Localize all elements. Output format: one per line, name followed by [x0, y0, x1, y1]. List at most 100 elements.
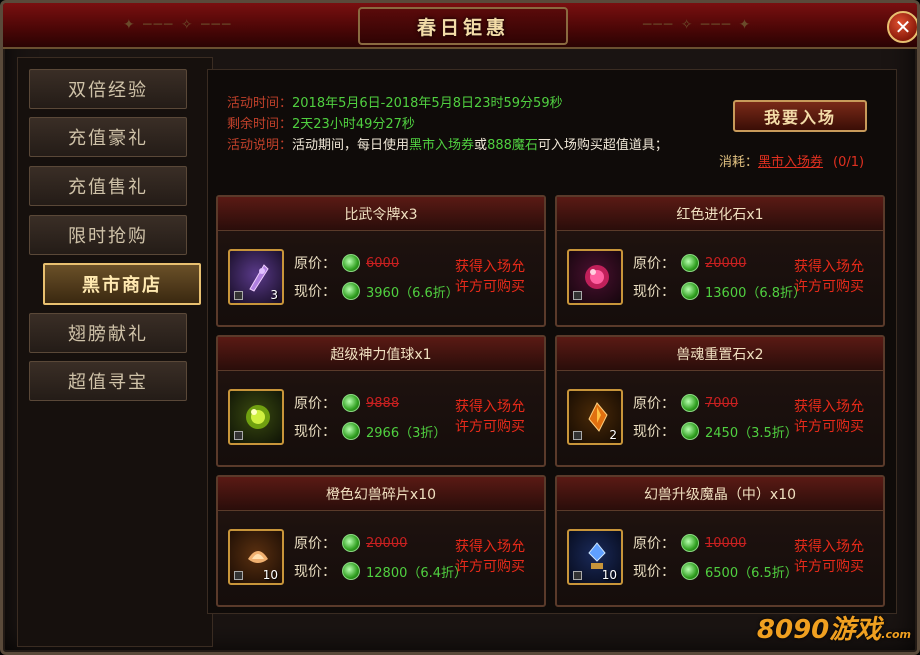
lock-icon — [573, 571, 582, 580]
item-quantity: 2 — [609, 428, 617, 442]
current-price-label: 现价： — [294, 424, 336, 440]
current-price-row: 现价： 12800（6.4折） — [294, 561, 467, 581]
item-title: 兽魂重置石x2 — [557, 337, 883, 371]
item-card: 超级神力值球x1 原价： 9888 现价： 2966（3折） 获得入场允 许方可购买 — [216, 335, 546, 467]
requirement-line1: 获得入场允 — [794, 259, 864, 275]
lock-icon — [234, 431, 243, 440]
enter-market-button[interactable]: 我要入场 — [733, 100, 867, 132]
item-title: 红色进化石x1 — [557, 197, 883, 231]
watermark-sub: .com — [881, 628, 911, 641]
item-title: 橙色幻兽碎片x10 — [218, 477, 544, 511]
sidebar-item-label: 翅膀献礼 — [68, 324, 148, 345]
event-info: 活动时间：2018年5月6日-2018年5月8日23时59分59秒 剩余时间：2… — [227, 93, 707, 156]
event-desc-text1: 活动期间，每日使用 — [292, 138, 410, 153]
event-desc-row: 活动说明：活动期间，每日使用黑市入场券或888魔石可入场购买超值道具； — [227, 135, 707, 156]
coin-icon — [342, 254, 360, 272]
purchase-requirement: 获得入场允许方可购买 — [789, 537, 869, 577]
sidebar-item-double-exp[interactable]: 双倍经验 — [29, 69, 187, 109]
original-price: 20000 — [705, 255, 747, 271]
sidebar-item-label: 超值寻宝 — [68, 372, 148, 393]
consume-ticket-link[interactable]: 黑市入场券 — [758, 155, 823, 170]
blue-crystal-icon[interactable]: 10 — [567, 529, 623, 585]
red-orb-glyph — [585, 265, 609, 289]
sidebar-item-treasure-hunt[interactable]: 超值寻宝 — [29, 361, 187, 401]
purchase-requirement: 获得入场允许方可购买 — [789, 257, 869, 297]
lock-icon — [573, 431, 582, 440]
requirement-line2: 许方可购买 — [794, 559, 864, 575]
event-desc-or: 或 — [474, 138, 488, 153]
event-desc-label: 活动说明： — [227, 138, 293, 153]
orange-shard-icon[interactable]: 10 — [228, 529, 284, 585]
original-price-row: 原价： 20000 — [633, 253, 746, 273]
token-icon[interactable]: 3 — [228, 249, 284, 305]
amber-crystal-icon[interactable]: 2 — [567, 389, 623, 445]
sidebar-item-label: 充值豪礼 — [68, 128, 148, 149]
coin-icon — [681, 562, 699, 580]
remaining-time-row: 剩余时间：2天23小时49分27秒 — [227, 114, 707, 135]
sidebar-item-recharge-sale[interactable]: 充值售礼 — [29, 166, 187, 206]
event-time-value: 2018年5月6日-2018年5月8日23时59分59秒 — [292, 96, 563, 111]
sidebar-item-flash-sale[interactable]: 限时抢购 — [29, 215, 187, 255]
consume-label: 消耗： — [719, 155, 759, 170]
requirement-line1: 获得入场允 — [794, 399, 864, 415]
current-price-label: 现价： — [633, 424, 675, 440]
coin-icon — [342, 562, 360, 580]
current-price: 2450（3.5折） — [705, 425, 798, 441]
title-ornament-left: ✦ ─── ✧ ─── — [123, 17, 233, 33]
current-price-label: 现价： — [294, 284, 336, 300]
sidebar-item-label: 充值售礼 — [68, 177, 148, 198]
purchase-requirement: 获得入场允许方可购买 — [789, 397, 869, 437]
requirement-line2: 许方可购买 — [794, 279, 864, 295]
green-orb-icon[interactable] — [228, 389, 284, 445]
current-price: 2966（3折） — [366, 425, 447, 441]
close-icon[interactable]: ✕ — [887, 11, 917, 43]
purchase-requirement: 获得入场允 许方可购买 — [450, 257, 530, 297]
coin-icon — [681, 394, 699, 412]
requirement-line2: 许方可购买 — [455, 559, 525, 575]
site-watermark: 8090游戏.com — [757, 609, 911, 646]
item-card: 比武令牌x3 3 原价： 6000 现价： 3960（6.6折） 获得入场允 许方可购… — [216, 195, 546, 327]
sidebar-item-recharge-gift[interactable]: 充值豪礼 — [29, 117, 187, 157]
sidebar-item-label: 限时抢购 — [68, 226, 148, 247]
coin-icon — [342, 534, 360, 552]
item-card: 红色进化石x1 原价： 20000 现价： 13600（6.8折） 获得入场允许方可… — [555, 195, 885, 327]
requirement-line2: 许方可购买 — [455, 419, 525, 435]
current-price-row: 现价： 13600（6.8折） — [633, 281, 806, 301]
original-price-row: 原价： 10000 — [633, 533, 746, 553]
event-time-label: 活动时间： — [227, 96, 293, 111]
sidebar-item-wings-gift[interactable]: 翅膀献礼 — [29, 313, 187, 353]
original-price-row: 原价： 9888 — [294, 393, 399, 413]
requirement-line1: 获得入场允 — [794, 539, 864, 555]
lock-icon — [573, 291, 582, 300]
remaining-time-value: 2天23小时49分27秒 — [292, 117, 415, 132]
item-card: 兽魂重置石x2 2 原价： 7000 现价： 2450（3.5折） 获得入场允 许方可… — [555, 335, 885, 467]
amber-crystal-glyph — [588, 402, 608, 432]
consume-info: 消耗：黑市入场券 (0/1) — [719, 151, 864, 170]
original-price: 6000 — [366, 255, 400, 271]
item-card: 幻兽升级魔晶（中）x10 10 原价： 10000 现价： 6500（6.5折） 获… — [555, 475, 885, 607]
original-price-row: 原价： 6000 — [294, 253, 399, 273]
original-price-label: 原价： — [294, 396, 336, 412]
purchase-requirement: 获得入场允 许方可购买 — [450, 397, 530, 437]
item-quantity: 10 — [601, 568, 617, 582]
coin-icon — [681, 282, 699, 300]
sidebar-item-label: 黑市商店 — [82, 275, 162, 296]
current-price-row: 现价： 2450（3.5折） — [633, 421, 798, 441]
current-price-label: 现价： — [633, 284, 675, 300]
window-frame: ✦ ─── ✧ ─── 春日钜惠 ─── ✧ ─── ✦ ✕ 双倍经验 充值豪礼… — [0, 0, 920, 655]
token-glyph — [249, 264, 269, 292]
red-orb-icon[interactable] — [567, 249, 623, 305]
event-desc-ticket: 黑市入场券 — [409, 138, 475, 153]
original-price: 10000 — [705, 535, 747, 551]
remaining-time-label: 剩余时间： — [227, 117, 293, 132]
item-card: 橙色幻兽碎片x10 10 原价： 20000 现价： 12800（6.4折） 获得入… — [216, 475, 546, 607]
coin-icon — [342, 394, 360, 412]
title-plate: 春日钜惠 — [358, 7, 568, 45]
green-orb-glyph — [246, 405, 270, 429]
original-price-label: 原价： — [633, 256, 675, 272]
requirement-line2: 许方可购买 — [794, 419, 864, 435]
sidebar-item-black-market[interactable]: 黑市商店 — [43, 263, 201, 305]
current-price-row: 现价： 3960（6.6折） — [294, 281, 459, 301]
current-price-label: 现价： — [633, 564, 675, 580]
title-bar: ✦ ─── ✧ ─── 春日钜惠 ─── ✧ ─── ✦ ✕ — [3, 3, 917, 49]
